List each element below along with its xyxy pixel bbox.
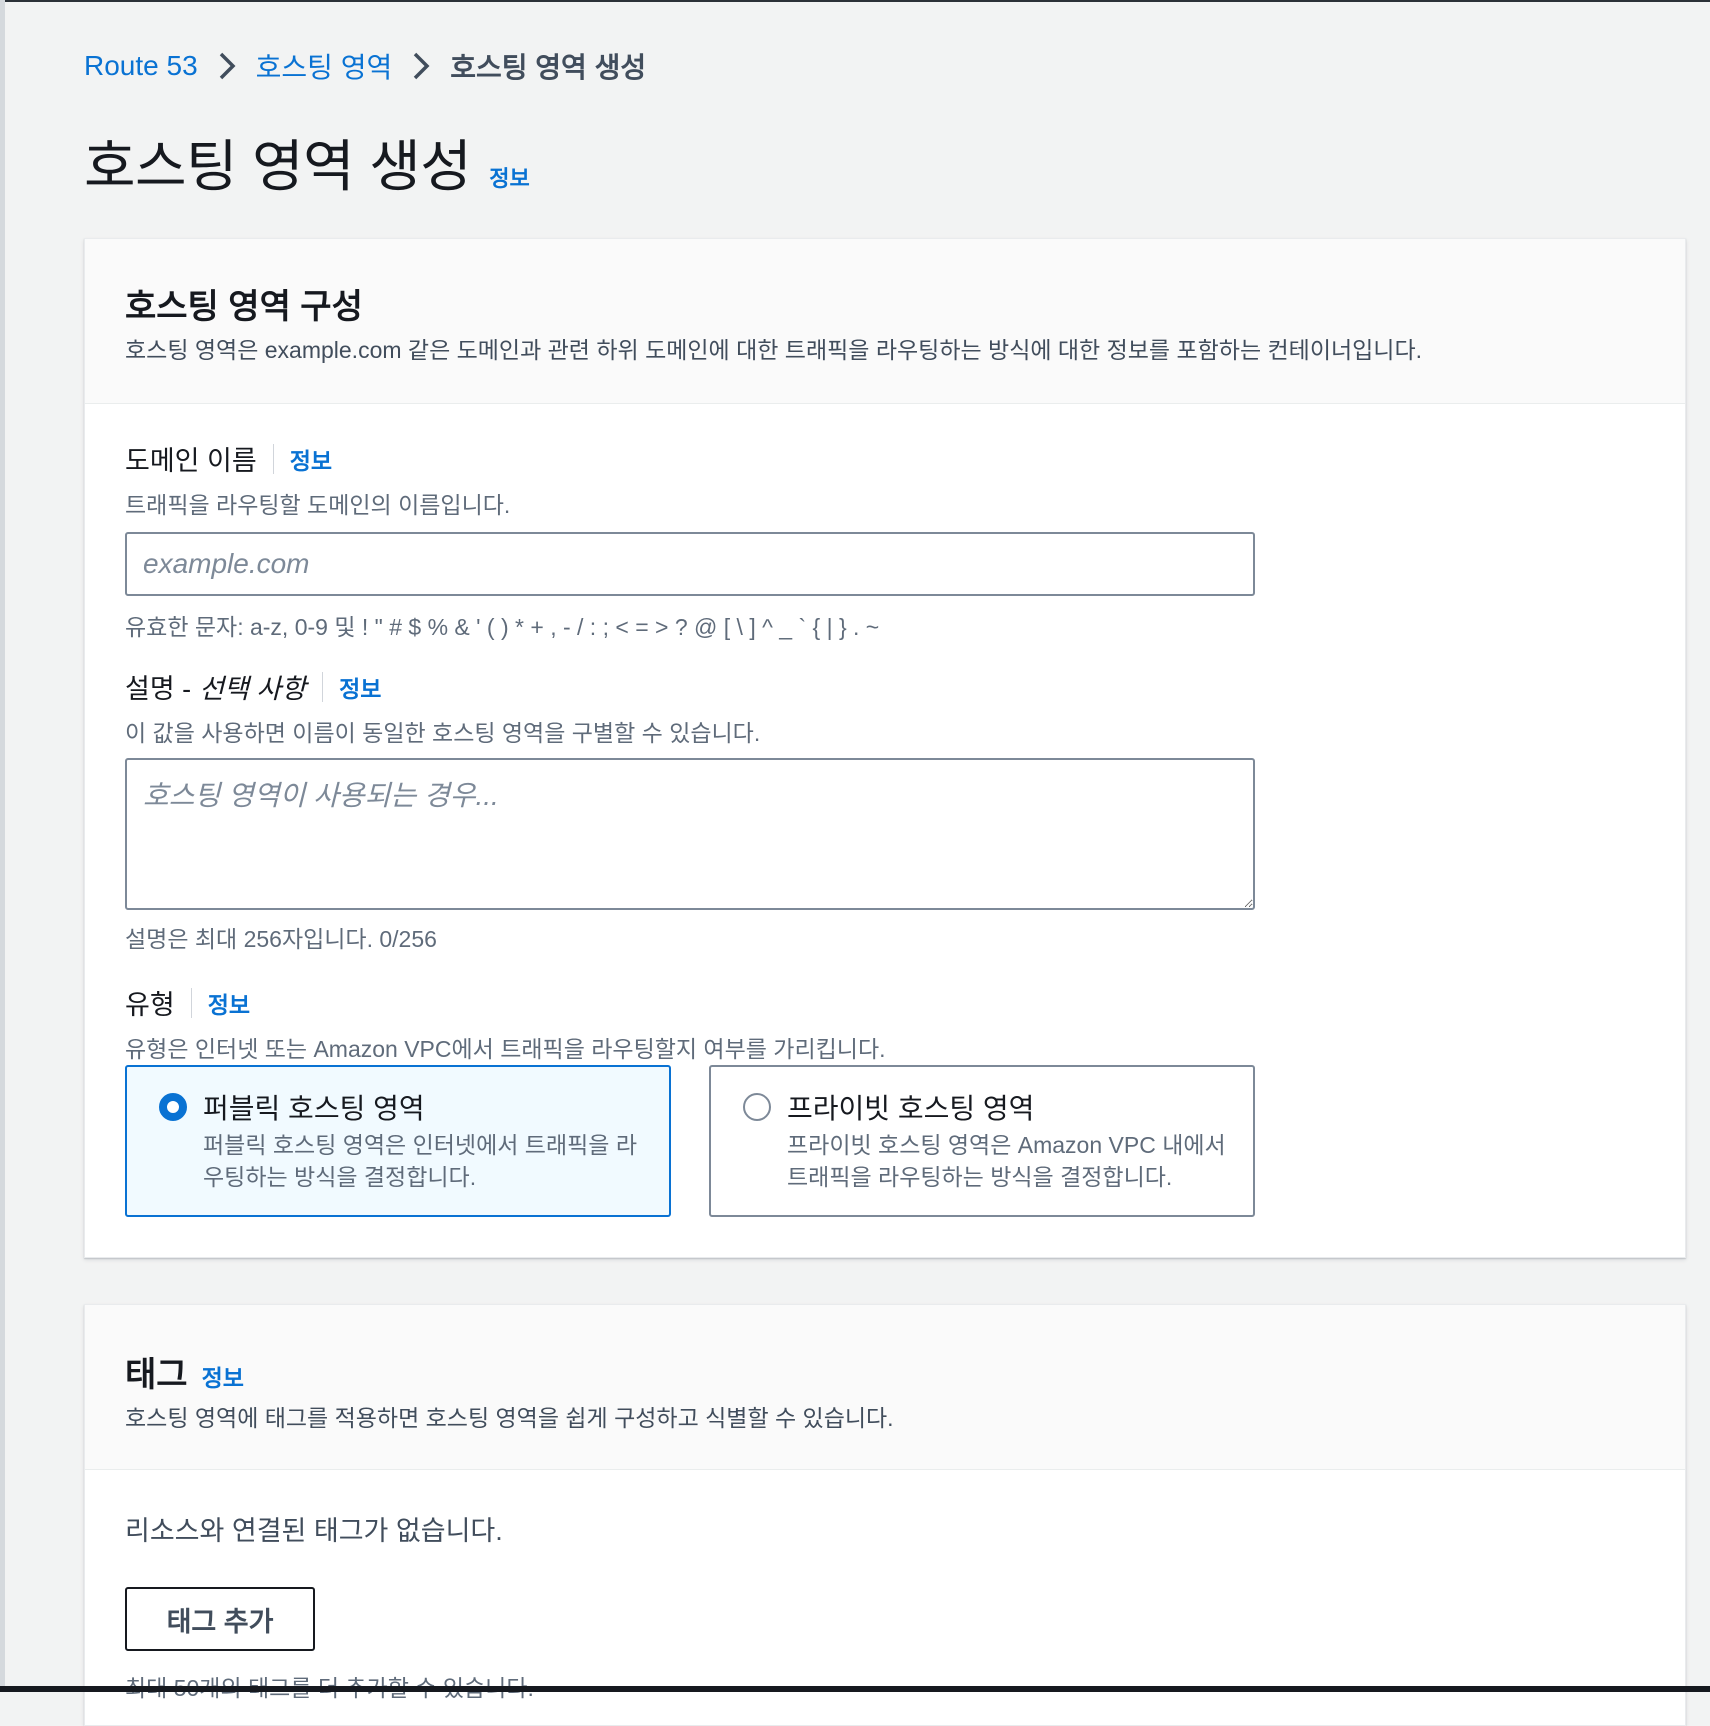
no-tags-message: 리소스와 연결된 태그가 없습니다. <box>125 1516 503 1546</box>
hosted-zone-config-panel: 호스팅 영역 구성 호스팅 영역은 example.com 같은 도메인과 관련… <box>84 238 1686 1258</box>
description-field: 설명 - 선택 사항 정보 이 값을 사용하면 이름이 동일한 호스팅 영역을 … <box>125 667 1255 954</box>
add-tag-button[interactable]: 태그 추가 <box>125 1587 315 1651</box>
config-panel-title: 호스팅 영역 구성 <box>125 288 363 326</box>
divider <box>272 443 274 474</box>
bottom-border <box>0 1686 1710 1692</box>
type-label-row: 유형 정보 <box>125 983 886 1022</box>
domain-name-label-row: 도메인 이름 정보 <box>125 439 1255 478</box>
domain-name-constraint: 유효한 문자: a-z, 0-9 및 ! " # $ % & ' ( ) * +… <box>125 614 880 640</box>
domain-name-info-link[interactable]: 정보 <box>290 442 332 476</box>
public-hosted-zone-description: 퍼블릭 호스팅 영역은 인터넷에서 트래픽을 라우팅하는 방식을 결정합니다. <box>203 1132 637 1190</box>
type-info-link[interactable]: 정보 <box>208 986 250 1020</box>
breadcrumb: Route 53 호스팅 영역 호스팅 영역 생성 <box>84 46 646 86</box>
page-info-link[interactable]: 정보 <box>489 161 529 193</box>
tags-panel-title: 태그 <box>125 1356 188 1394</box>
tags-panel-description: 호스팅 영역에 태그를 적용하면 호스팅 영역을 쉽게 구성하고 식별할 수 있… <box>125 1405 894 1431</box>
description-info-link[interactable]: 정보 <box>339 670 381 704</box>
tags-title-row: 태그 정보 <box>125 1347 244 1396</box>
left-border <box>0 0 5 1692</box>
domain-name-field: 도메인 이름 정보 트래픽을 라우팅할 도메인의 이름입니다. 유효한 문자: … <box>125 439 1255 642</box>
radio-button[interactable] <box>743 1093 771 1121</box>
tags-panel: 태그 정보 호스팅 영역에 태그를 적용하면 호스팅 영역을 쉽게 구성하고 식… <box>84 1304 1686 1726</box>
tags-info-link[interactable]: 정보 <box>202 1359 244 1393</box>
type-label: 유형 <box>125 990 175 1020</box>
breadcrumb-current: 호스팅 영역 생성 <box>450 52 647 83</box>
breadcrumb-hosted-zones[interactable]: 호스팅 영역 <box>256 46 393 86</box>
private-hosted-zone-title: 프라이빗 호스팅 영역 <box>787 1093 1035 1124</box>
domain-name-input[interactable] <box>125 532 1255 596</box>
tags-panel-header: 태그 정보 호스팅 영역에 태그를 적용하면 호스팅 영역을 쉽게 구성하고 식… <box>85 1305 1685 1470</box>
description-label: 설명 - <box>125 674 192 704</box>
type-field: 유형 정보 유형은 인터넷 또는 Amazon VPC에서 트래픽을 라우팅할지… <box>125 983 886 1064</box>
breadcrumb-route53[interactable]: Route 53 <box>84 50 198 82</box>
description-textarea[interactable] <box>125 758 1255 910</box>
optional-label: 선택 사항 <box>199 674 307 704</box>
chevron-right-icon <box>402 51 440 81</box>
description-constraint: 설명은 최대 256자입니다. 0/256 <box>125 926 437 952</box>
private-hosted-zone-tile[interactable]: 프라이빗 호스팅 영역 프라이빗 호스팅 영역은 Amazon VPC 내에서 … <box>709 1065 1255 1217</box>
divider <box>190 987 192 1018</box>
top-border <box>0 0 1710 2</box>
chevron-right-icon <box>208 51 246 81</box>
config-panel-description: 호스팅 영역은 example.com 같은 도메인과 관련 하위 도메인에 대… <box>125 337 1423 363</box>
description-help: 이 값을 사용하면 이름이 동일한 호스팅 영역을 구별할 수 있습니다. <box>125 720 761 746</box>
domain-name-label: 도메인 이름 <box>125 446 257 476</box>
domain-name-description: 트래픽을 라우팅할 도메인의 이름입니다. <box>125 492 511 518</box>
private-hosted-zone-description: 프라이빗 호스팅 영역은 Amazon VPC 내에서 트래픽을 라우팅하는 방… <box>787 1132 1226 1190</box>
public-hosted-zone-title: 퍼블릭 호스팅 영역 <box>203 1093 425 1124</box>
page-header: 호스팅 영역 생성 정보 <box>84 122 530 203</box>
page-title: 호스팅 영역 생성 <box>84 135 472 198</box>
config-panel-header: 호스팅 영역 구성 호스팅 영역은 example.com 같은 도메인과 관련… <box>85 239 1685 404</box>
divider <box>322 671 324 702</box>
type-description: 유형은 인터넷 또는 Amazon VPC에서 트래픽을 라우팅할지 여부를 가… <box>125 1036 886 1062</box>
description-label-row: 설명 - 선택 사항 정보 <box>125 667 1255 706</box>
radio-button-selected[interactable] <box>159 1093 187 1121</box>
public-hosted-zone-tile[interactable]: 퍼블릭 호스팅 영역 퍼블릭 호스팅 영역은 인터넷에서 트래픽을 라우팅하는 … <box>125 1065 671 1217</box>
